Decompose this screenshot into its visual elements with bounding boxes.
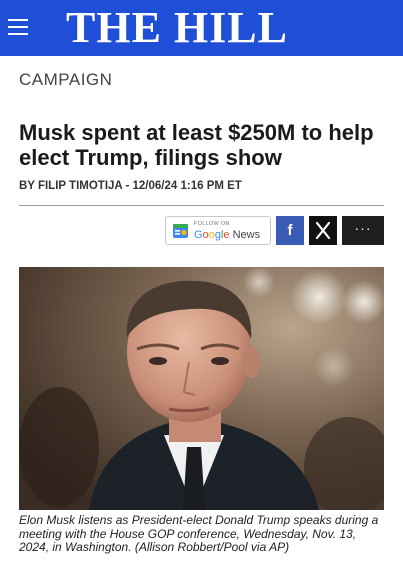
site-header: THE HILL [0, 0, 403, 56]
x-share-button[interactable] [309, 216, 337, 245]
article-photo [19, 267, 384, 510]
more-share-options-button[interactable]: ··· [342, 216, 384, 245]
share-toolbar: FOLLOW ON Google News f ··· [165, 216, 384, 245]
google-news-icon [173, 224, 188, 238]
article-byline: BY FILIP TIMOTIJA - 12/06/24 1:16 PM ET [19, 180, 242, 192]
divider [19, 205, 384, 206]
google-news-follow-button[interactable]: FOLLOW ON Google News [165, 216, 271, 245]
portrait-image [19, 267, 384, 510]
site-logo[interactable]: THE HILL [66, 4, 336, 52]
facebook-share-button[interactable]: f [276, 216, 304, 245]
x-icon [315, 221, 331, 240]
article-headline: Musk spent at least $250M to help elect … [19, 120, 374, 170]
google-news-label: Google News [194, 229, 261, 241]
google-news-follow-label: FOLLOW ON [194, 221, 230, 227]
section-label[interactable]: CAMPAIGN [19, 70, 112, 90]
hamburger-menu-icon[interactable] [8, 16, 30, 38]
facebook-icon: f [287, 222, 293, 239]
photo-caption: Elon Musk listens as President-elect Don… [19, 513, 379, 554]
